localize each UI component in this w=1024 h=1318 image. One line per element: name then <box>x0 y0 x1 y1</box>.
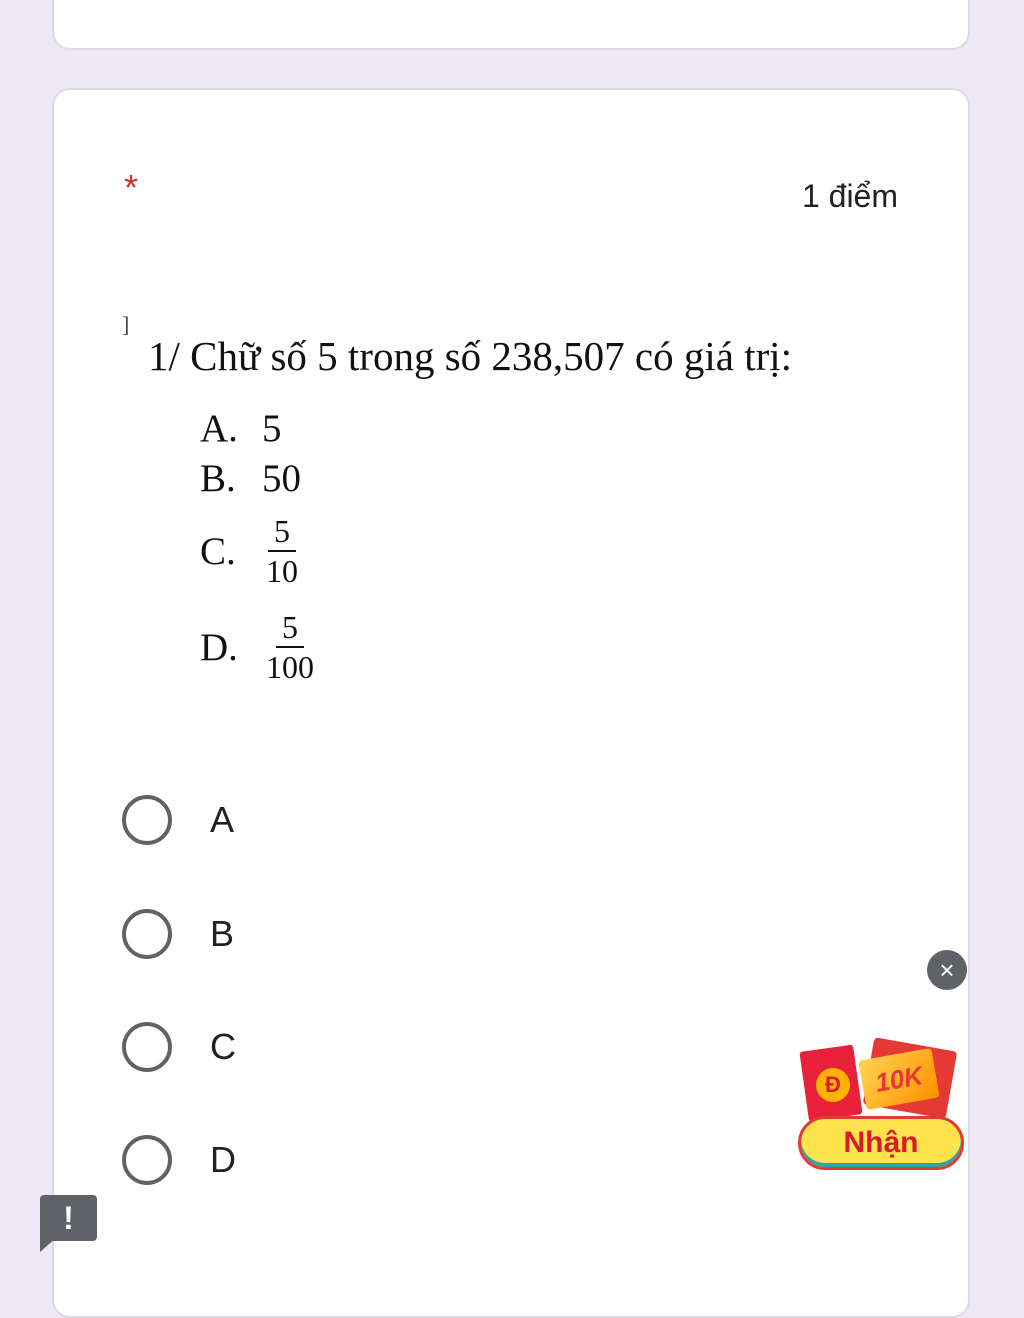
radio-label[interactable]: D <box>210 1139 236 1181</box>
radio-button[interactable] <box>122 795 172 845</box>
radio-option-c[interactable]: C <box>122 1017 236 1077</box>
image-option-d: D. 5 100 <box>200 608 316 686</box>
option-letter: A. <box>200 407 238 450</box>
radio-button[interactable] <box>122 1135 172 1185</box>
option-value: 5 <box>262 407 282 450</box>
radio-button[interactable] <box>122 1022 172 1072</box>
radio-option-b[interactable]: B <box>122 904 234 964</box>
radio-button[interactable] <box>122 909 172 959</box>
dong-coin-icon: Đ <box>816 1068 850 1102</box>
question-text: 1/ Chữ số 5 trong số 238,507 có giá trị: <box>148 333 793 379</box>
points-label: 1 điểm <box>801 178 898 214</box>
fraction-numerator: 5 <box>268 512 296 552</box>
option-letter: B. <box>200 457 236 500</box>
image-option-c: C. 5 10 <box>200 512 300 590</box>
option-value: 50 <box>262 457 301 500</box>
option-letter: C. <box>200 529 236 573</box>
radio-label[interactable]: C <box>210 1026 236 1068</box>
previous-question-card <box>52 0 970 50</box>
question-image: 1/ Chữ số 5 trong số 238,507 có giá trị:… <box>148 326 793 685</box>
close-icon[interactable]: × <box>927 950 967 990</box>
fraction-numerator: 5 <box>276 608 304 648</box>
voucher-amount: 10K <box>872 1059 925 1098</box>
fraction-denominator: 10 <box>266 553 298 589</box>
image-corner-mark: ] <box>122 312 130 337</box>
required-mark: * <box>124 167 139 208</box>
radio-option-d[interactable]: D <box>122 1130 236 1190</box>
radio-label[interactable]: B <box>210 913 234 955</box>
feedback-icon-tail <box>40 1238 56 1252</box>
feedback-icon[interactable]: ! <box>40 1195 97 1241</box>
radio-option-a[interactable]: A <box>122 790 234 850</box>
promo-widget[interactable]: 10K Đ Nhận <box>798 1037 968 1172</box>
option-letter: D. <box>200 625 238 669</box>
image-option-b: B. 50 <box>200 456 301 501</box>
fraction: 5 100 <box>264 608 316 686</box>
fraction: 5 10 <box>264 512 300 590</box>
radio-label[interactable]: A <box>210 799 234 841</box>
fraction-denominator: 100 <box>266 649 314 685</box>
claim-button[interactable]: Nhận <box>798 1116 964 1170</box>
image-option-a: A. 5 <box>200 406 282 451</box>
